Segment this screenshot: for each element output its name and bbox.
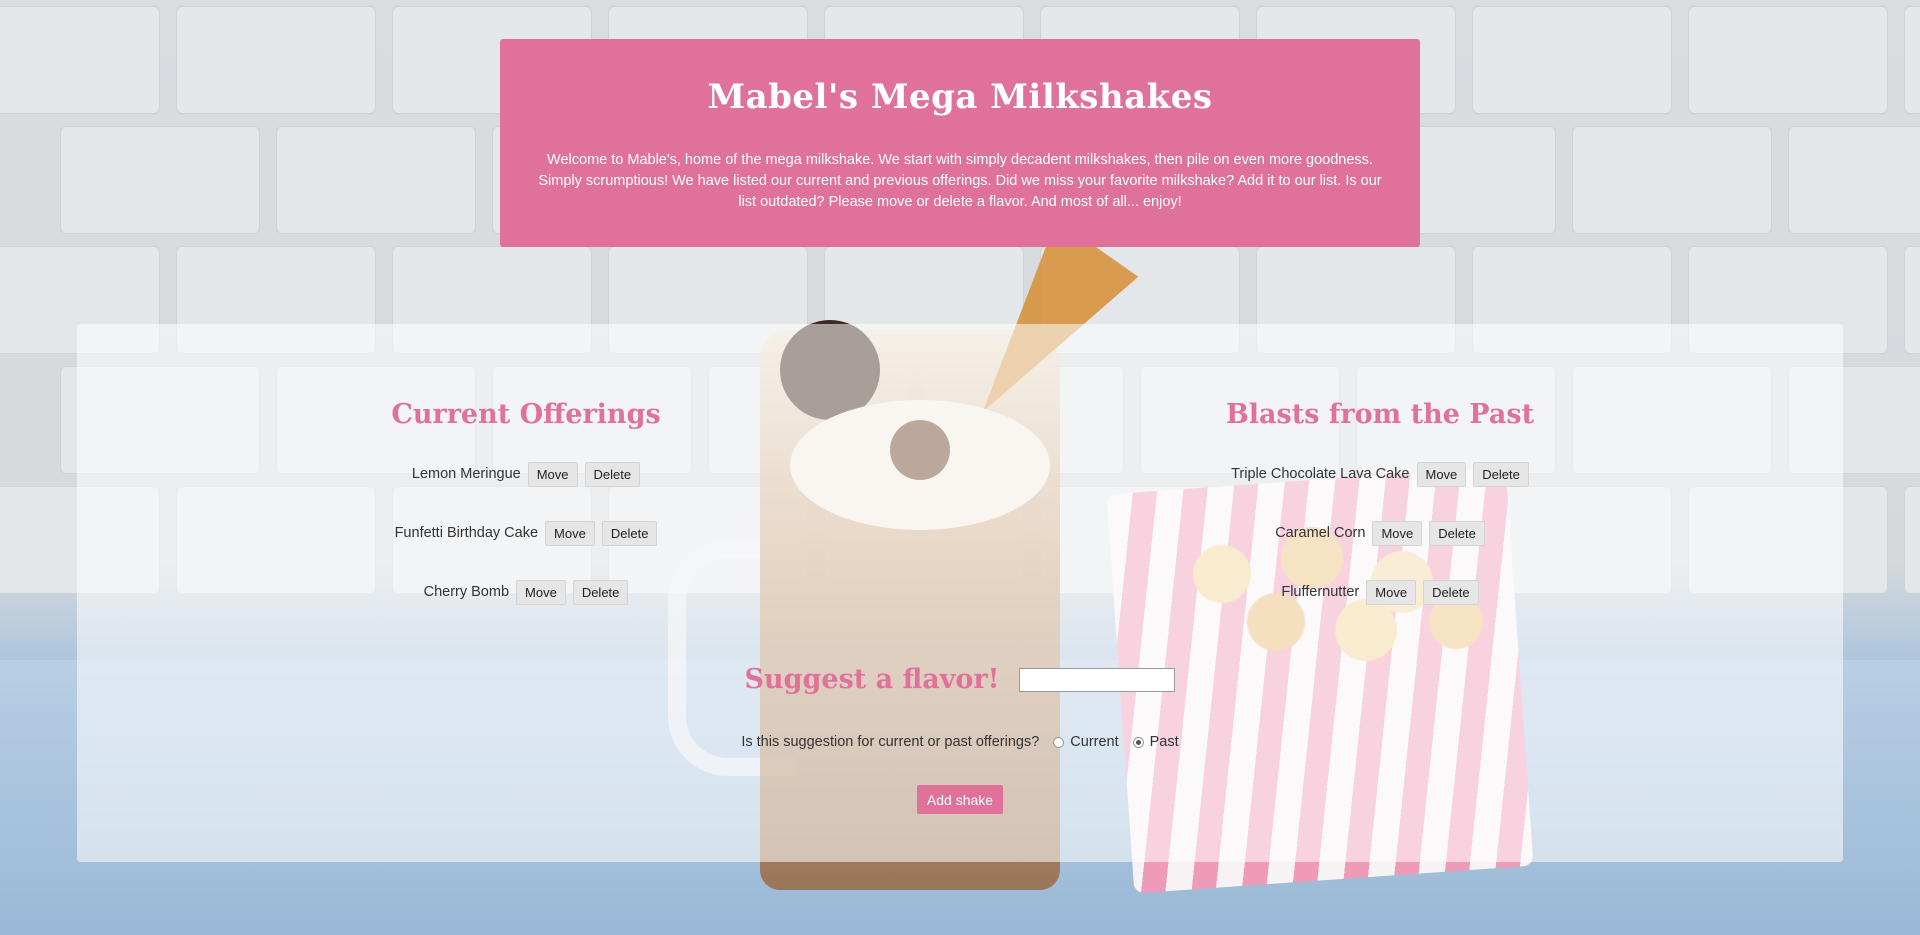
list-item: Lemon Meringue Move Delete [276,460,776,488]
list-item: Triple Chocolate Lava Cake Move Delete [1130,460,1630,488]
delete-button[interactable]: Delete [1423,579,1479,605]
flavor-name: Funfetti Birthday Cake [394,525,539,541]
main-panel: Current Offerings Lemon Meringue Move De… [77,324,1843,862]
intro-text: Welcome to Mable's, home of the mega mil… [538,152,1382,210]
flavor-input[interactable] [1019,667,1176,692]
header-card: Mabel's Mega Milkshakes Welcome to Mable… [500,39,1420,247]
current-radio[interactable] [1053,736,1065,748]
suggest-row: Suggest a flavor! [77,664,1843,695]
current-offerings-heading: Current Offerings [391,399,661,430]
past-radio-label[interactable]: Past [1150,734,1179,750]
flavor-name: Lemon Meringue [411,466,521,482]
move-button[interactable]: Move [1372,520,1423,546]
move-button[interactable]: Move [545,520,595,546]
suggest-heading: Suggest a flavor! [744,664,1000,695]
add-shake-button[interactable]: Add shake [917,785,1003,814]
delete-button[interactable]: Delete [1429,520,1485,546]
list-item: Funfetti Birthday Cake Move Delete [276,519,776,547]
delete-button[interactable]: Delete [1473,461,1529,487]
offering-type-selector: Is this suggestion for current or past o… [77,734,1843,750]
offering-question: Is this suggestion for current or past o… [741,734,1040,750]
flavor-name: Triple Chocolate Lava Cake [1231,466,1410,482]
move-button[interactable]: Move [1366,579,1417,605]
flavor-name: Fluffernutter [1281,584,1360,600]
delete-button[interactable]: Delete [584,461,641,487]
delete-button[interactable]: Delete [572,579,629,605]
list-item: Fluffernutter Move Delete [1130,578,1630,606]
page-title: Mabel's Mega Milkshakes [707,77,1213,117]
flavor-name: Cherry Bomb [423,584,510,600]
current-offerings-section: Current Offerings Lemon Meringue Move De… [276,399,776,637]
list-item: Caramel Corn Move Delete [1130,519,1630,547]
past-radio[interactable] [1132,736,1144,748]
flavor-name: Caramel Corn [1275,525,1366,541]
past-offerings-heading: Blasts from the Past [1225,399,1535,430]
move-button[interactable]: Move [527,461,578,487]
delete-button[interactable]: Delete [601,520,658,546]
past-offerings-section: Blasts from the Past Triple Chocolate La… [1130,399,1630,637]
move-button[interactable]: Move [1416,461,1467,487]
current-radio-label[interactable]: Current [1070,734,1118,750]
list-item: Cherry Bomb Move Delete [276,578,776,606]
move-button[interactable]: Move [516,579,566,605]
